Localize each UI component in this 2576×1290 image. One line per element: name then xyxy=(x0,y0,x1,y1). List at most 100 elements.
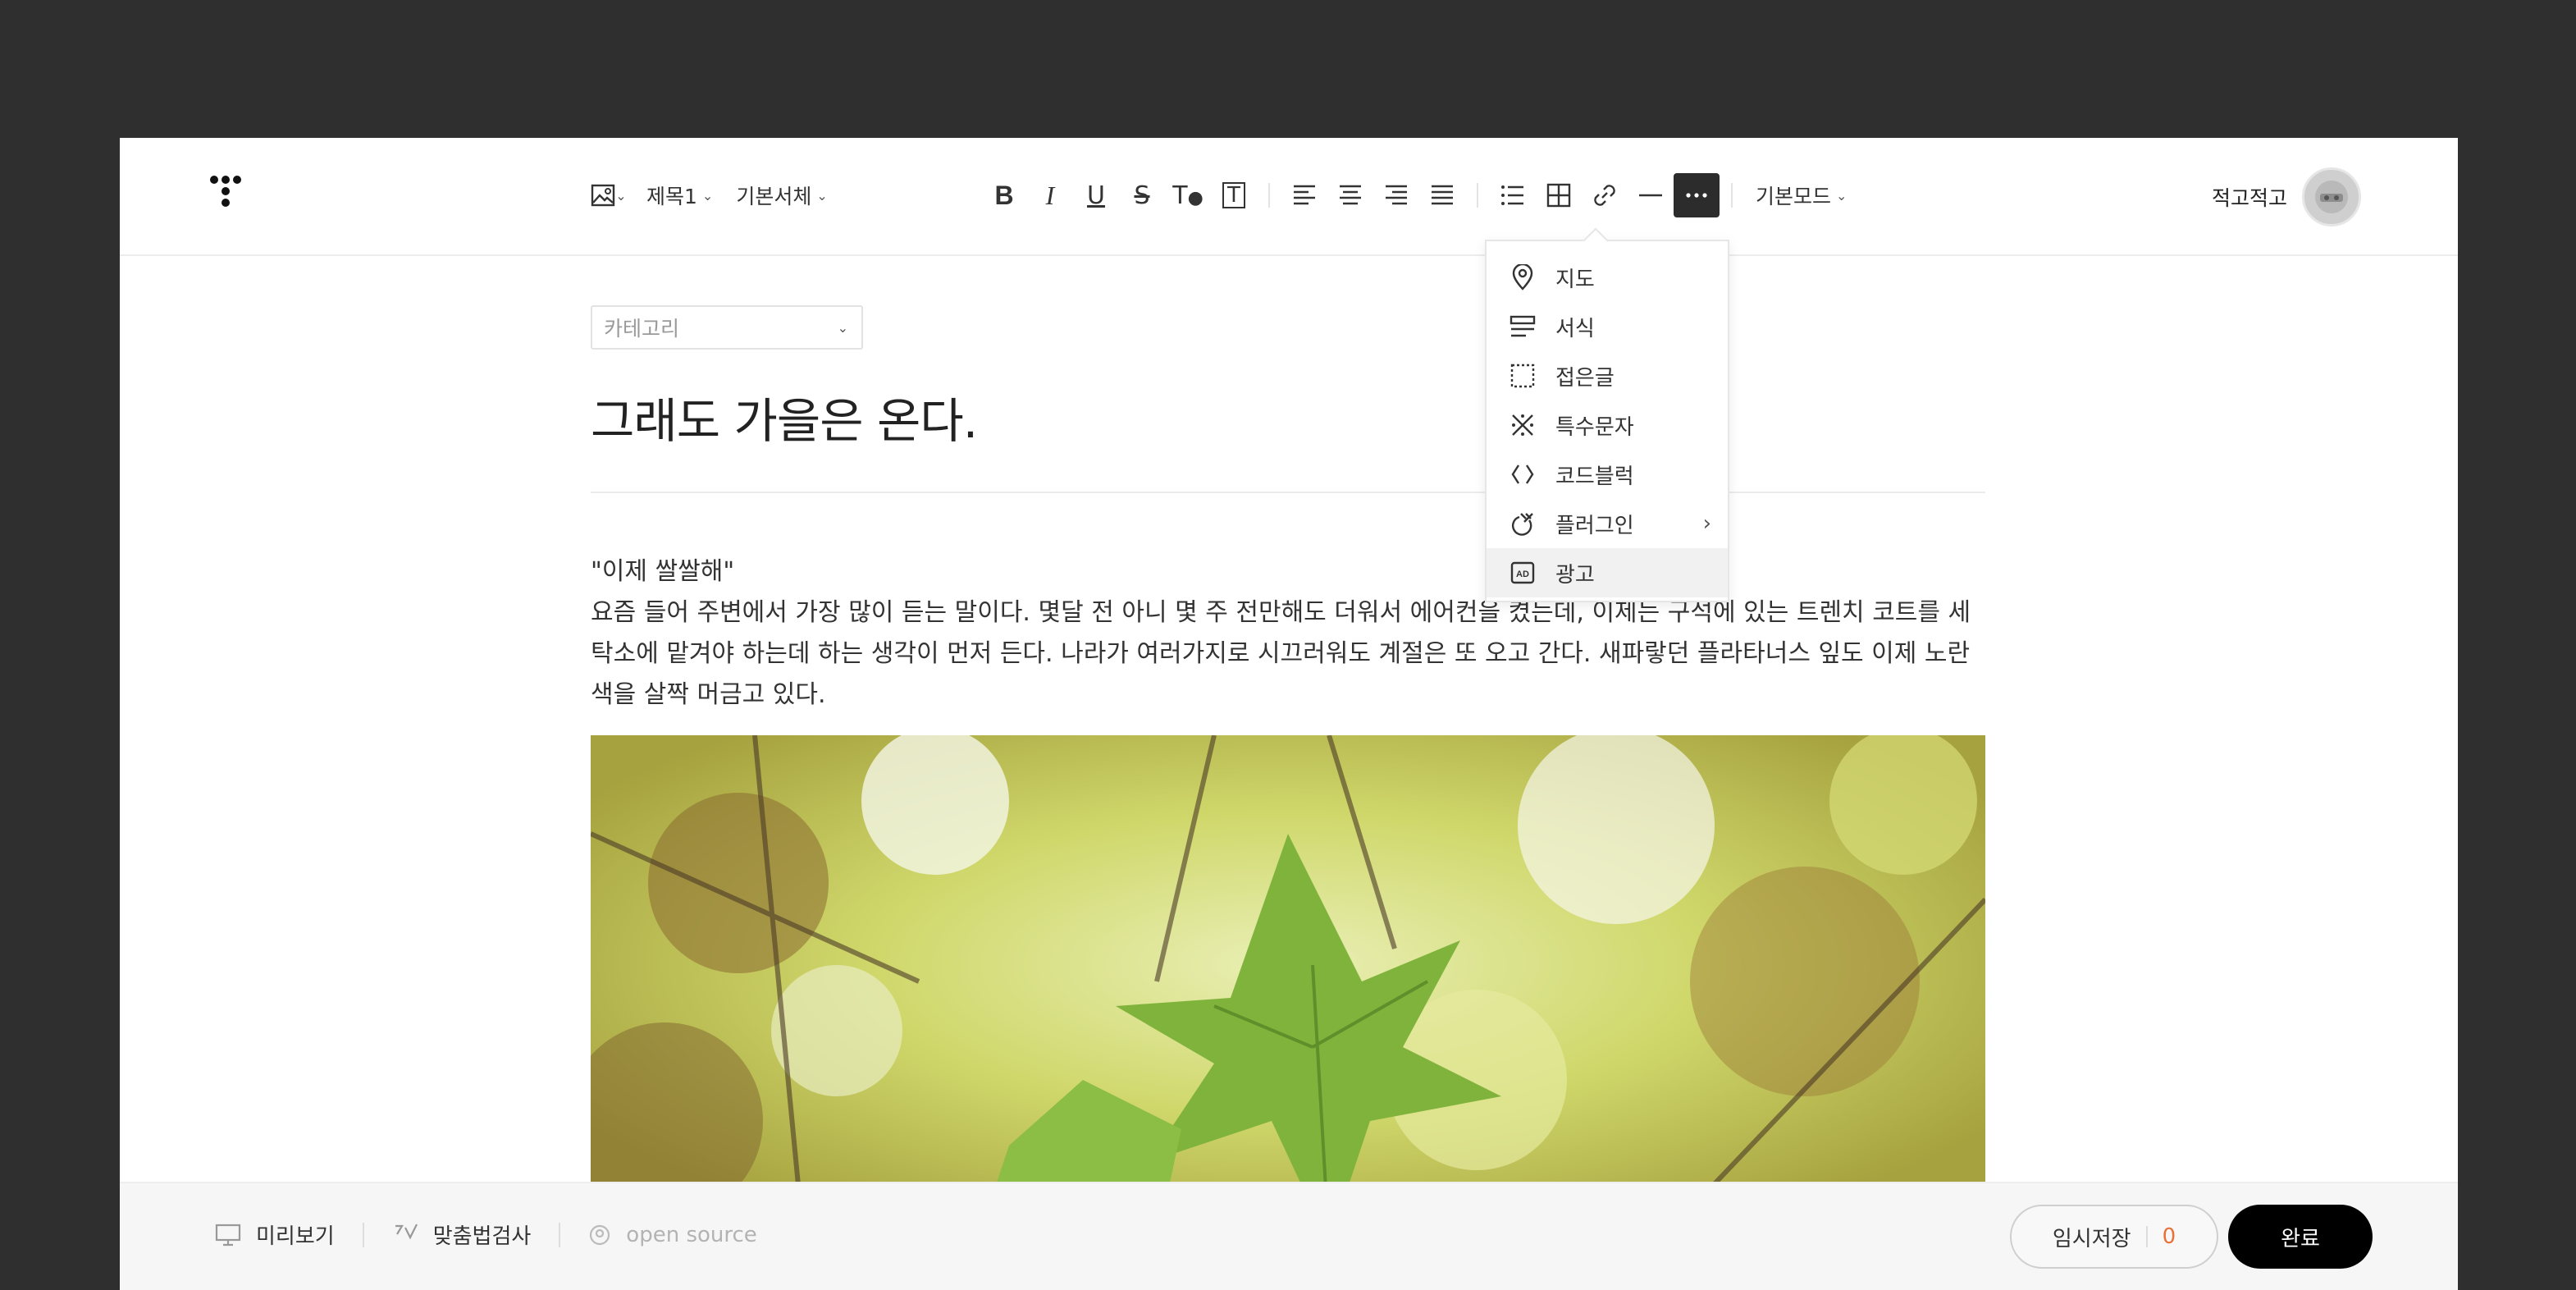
link-icon xyxy=(1594,185,1615,206)
align-left-icon xyxy=(1294,185,1315,205)
plugin-icon xyxy=(1508,509,1537,538)
align-center-icon xyxy=(1340,185,1361,205)
list-icon xyxy=(1501,185,1523,205)
body-paragraph: 요즘 들어 주변에서 가장 많이 듣는 말이다. 몇달 전 아니 몇 주 전만해… xyxy=(591,598,1971,709)
svg-text:AD: AD xyxy=(1516,570,1529,579)
spellcheck-icon xyxy=(395,1224,418,1239)
align-right-button[interactable] xyxy=(1373,171,1419,220)
footer-tools: 미리보기 맞춤법검사 open source xyxy=(215,1219,757,1250)
monitor-icon xyxy=(215,1224,241,1246)
underline-icon: U xyxy=(1087,181,1105,210)
post-image[interactable] xyxy=(591,735,1985,1244)
menu-item-template[interactable]: 서식 xyxy=(1487,302,1728,351)
editor-footer: 미리보기 맞춤법검사 open source 임시저장 0 완료 xyxy=(120,1182,2458,1290)
fold-text-icon xyxy=(1508,361,1537,391)
menu-item-map[interactable]: 지도 xyxy=(1487,253,1728,302)
toolbar-group-insert: ⌄ 제목1 ⌄ 기본서체 ⌄ xyxy=(586,171,831,220)
open-source-link[interactable]: open source xyxy=(588,1223,757,1247)
menu-item-special-char[interactable]: 특수문자 xyxy=(1487,400,1728,450)
more-icon xyxy=(1686,193,1707,198)
title-divider xyxy=(591,492,1985,493)
preview-button[interactable]: 미리보기 xyxy=(215,1219,335,1250)
menu-item-label: 코드블럭 xyxy=(1555,464,1634,489)
table-button[interactable] xyxy=(1536,171,1582,220)
open-source-icon xyxy=(590,1224,610,1245)
post-body-editor[interactable]: "이제 쌀쌀해" 요즘 들어 주변에서 가장 많이 듣는 말이다. 몇달 전 아… xyxy=(591,551,1989,716)
template-icon xyxy=(1508,312,1537,341)
post-title-input[interactable]: 그래도 가을은 온다. xyxy=(591,382,978,451)
horizontal-rule-button[interactable] xyxy=(1628,171,1674,220)
tistory-logo[interactable] xyxy=(210,176,259,220)
font-select[interactable]: 기본서체 ⌄ xyxy=(733,181,830,210)
font-select-label: 기본서체 xyxy=(736,185,812,208)
mode-select[interactable]: 기본모드 ⌄ xyxy=(1752,181,1850,210)
chevron-down-icon: ⌄ xyxy=(615,187,627,204)
user-name: 적고적고 xyxy=(2211,186,2287,210)
table-icon xyxy=(1546,183,1571,208)
underline-button[interactable]: U xyxy=(1073,171,1119,220)
publish-label: 완료 xyxy=(2281,1226,2320,1251)
align-justify-button[interactable] xyxy=(1419,171,1465,220)
italic-icon: I xyxy=(1045,180,1055,210)
temp-save-count: 0 xyxy=(2162,1224,2176,1249)
chevron-down-icon: ⌄ xyxy=(1836,187,1848,204)
user-profile[interactable]: 적고적고 xyxy=(2212,167,2361,226)
toolbar-divider xyxy=(1731,183,1733,208)
ad-icon: AD xyxy=(1508,558,1537,588)
strikethrough-icon: S xyxy=(1134,181,1150,210)
spellcheck-button[interactable]: 맞춤법검사 xyxy=(392,1219,532,1250)
bold-icon: B xyxy=(994,180,1014,210)
italic-button[interactable]: I xyxy=(1027,171,1073,220)
strikethrough-button[interactable]: S xyxy=(1119,171,1165,220)
code-block-icon xyxy=(1508,460,1537,489)
avatar[interactable] xyxy=(2302,167,2361,226)
preview-label: 미리보기 xyxy=(256,1224,335,1249)
map-pin-icon xyxy=(1508,263,1537,292)
toolbar-divider xyxy=(1477,183,1478,208)
save-divider xyxy=(2145,1226,2148,1247)
mode-select-label: 기본모드 xyxy=(1756,185,1832,208)
menu-item-label: 광고 xyxy=(1555,562,1595,588)
publish-button[interactable]: 완료 xyxy=(2228,1205,2373,1269)
text-background-button[interactable]: T xyxy=(1211,171,1257,220)
menu-item-ad[interactable]: AD 광고 xyxy=(1487,548,1728,597)
open-source-label: open source xyxy=(626,1222,757,1247)
temp-save-label: 임시저장 xyxy=(2052,1226,2131,1251)
link-button[interactable] xyxy=(1582,171,1628,220)
align-center-button[interactable] xyxy=(1327,171,1373,220)
align-right-icon xyxy=(1386,185,1407,205)
editor-toolbar: ⌄ 제목1 ⌄ 기본서체 ⌄ B I U S T● T 기본모드 ⌄ 적고적고 xyxy=(120,138,2458,256)
menu-item-label: 접은글 xyxy=(1555,365,1615,391)
toolbar-divider xyxy=(1268,183,1270,208)
menu-item-plugin[interactable]: 플러그인 › xyxy=(1487,499,1728,548)
menu-item-fold-text[interactable]: 접은글 xyxy=(1487,351,1728,400)
menu-item-label: 특수문자 xyxy=(1555,414,1634,440)
align-justify-icon xyxy=(1432,185,1453,205)
text-color-button[interactable]: T● xyxy=(1165,171,1211,220)
list-button[interactable] xyxy=(1490,171,1536,220)
image-insert-button[interactable]: ⌄ xyxy=(586,171,632,220)
more-button[interactable] xyxy=(1674,173,1720,217)
menu-item-code-block[interactable]: 코드블럭 xyxy=(1487,450,1728,499)
editor-window: ⌄ 제목1 ⌄ 기본서체 ⌄ B I U S T● T 기본모드 ⌄ 적고적고 … xyxy=(120,138,2458,1290)
toolbar-group-format: B I U S T● T 기본모드 ⌄ xyxy=(981,171,1850,220)
chevron-down-icon: ⌄ xyxy=(701,187,714,204)
temp-save-button[interactable]: 임시저장 0 xyxy=(2010,1205,2218,1269)
category-placeholder: 카테고리 xyxy=(604,317,680,341)
heading-select-label: 제목1 xyxy=(646,185,697,208)
text-background-icon: T xyxy=(1222,182,1245,208)
footer-divider xyxy=(559,1222,561,1247)
chevron-down-icon: ⌄ xyxy=(837,319,848,336)
heading-select[interactable]: 제목1 ⌄ xyxy=(643,181,716,210)
menu-item-label: 플러그인 xyxy=(1555,513,1634,538)
bold-button[interactable]: B xyxy=(981,171,1027,220)
menu-item-label: 서식 xyxy=(1555,316,1595,341)
align-left-button[interactable] xyxy=(1281,171,1327,220)
text-color-icon: T● xyxy=(1172,181,1204,210)
horizontal-rule-icon xyxy=(1639,194,1662,197)
image-icon xyxy=(591,184,615,207)
spellcheck-label: 맞춤법검사 xyxy=(432,1224,532,1249)
category-select[interactable]: 카테고리 ⌄ xyxy=(591,305,863,350)
chevron-right-icon: › xyxy=(1702,511,1711,536)
body-paragraph: "이제 쌀쌀해" xyxy=(591,557,735,586)
